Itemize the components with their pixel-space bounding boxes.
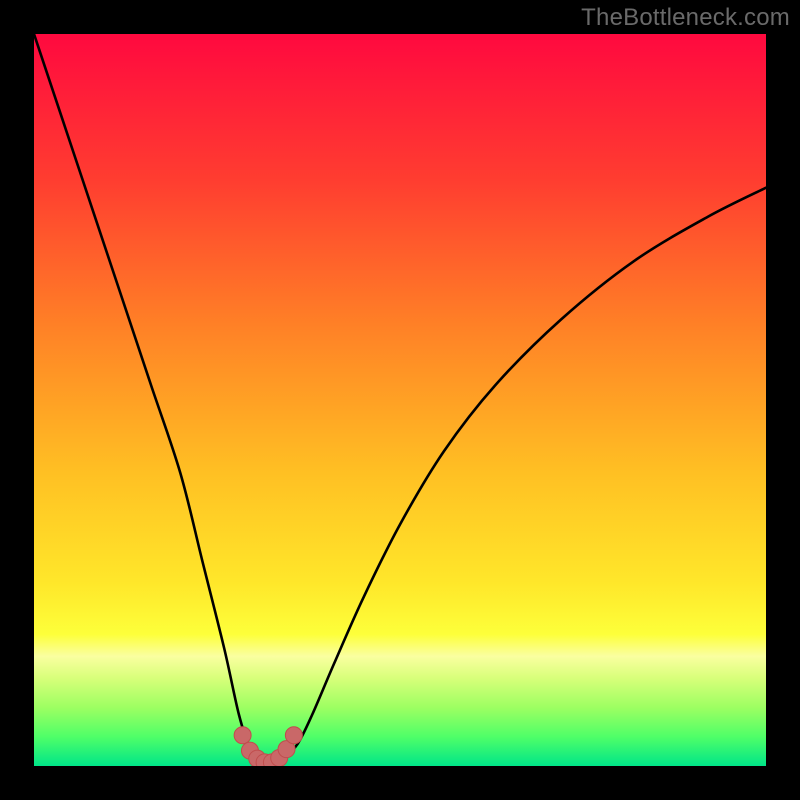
background-gradient: [34, 34, 766, 766]
watermark-text: TheBottleneck.com: [581, 4, 790, 32]
plot-area: [34, 34, 766, 766]
chart-frame: TheBottleneck.com: [0, 0, 800, 800]
